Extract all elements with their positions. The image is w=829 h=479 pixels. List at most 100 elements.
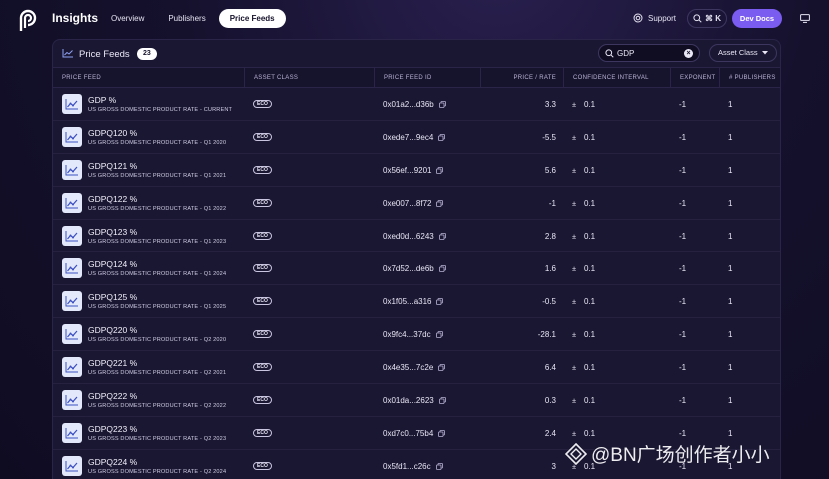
exponent: -1 (679, 165, 687, 175)
header-exponent[interactable]: EXPONENT (670, 68, 715, 88)
publisher-count: 1 (728, 363, 733, 373)
table-row[interactable]: GDPQ124 % US GROSS DOMESTIC PRODUCT RATE … (53, 252, 780, 286)
feed-name[interactable]: GDP % (88, 95, 116, 105)
table-row[interactable]: GDPQ220 % US GROSS DOMESTIC PRODUCT RATE … (53, 318, 780, 352)
feed-id: 0x9fc4...37dc (383, 330, 431, 340)
diamond-logo-icon (565, 442, 587, 465)
asset-class-select[interactable]: Asset Class (709, 44, 777, 62)
copy-icon[interactable] (436, 462, 443, 470)
copy-icon[interactable] (436, 199, 443, 207)
table-row[interactable]: GDPQ125 % US GROSS DOMESTIC PRODUCT RATE … (53, 285, 780, 319)
table-row[interactable]: GDP % US GROSS DOMESTIC PRODUCT RATE - CU… (53, 88, 780, 121)
confidence-interval: 0.1 (584, 330, 596, 340)
feed-name[interactable]: GDPQ224 % (88, 457, 137, 467)
feed-id: 0xe007...8f72 (383, 198, 432, 208)
confidence-interval: 0.1 (584, 231, 596, 241)
plus-minus-icon: ± (572, 428, 577, 438)
table-row[interactable]: GDPQ120 % US GROSS DOMESTIC PRODUCT RATE … (53, 121, 780, 154)
feed-description: US GROSS DOMESTIC PRODUCT RATE - Q2 2023 (88, 435, 227, 442)
shortcut-label: ⌘ K (705, 14, 721, 23)
header-price-feed-id[interactable]: PRICE FEED ID (374, 68, 432, 88)
price-rate: 2.8 (544, 231, 556, 241)
copy-icon[interactable] (439, 101, 446, 108)
feed-description: US GROSS DOMESTIC PRODUCT RATE - CURRENT (88, 107, 233, 113)
panel-header: Price Feeds 23 × Asset Class (53, 40, 780, 67)
feed-name[interactable]: GDPQ221 % (88, 358, 137, 368)
lifebuoy-icon (633, 13, 643, 23)
dev-docs-button[interactable]: Dev Docs (732, 9, 782, 28)
exponent: -1 (679, 297, 687, 307)
copy-icon[interactable] (439, 397, 446, 404)
header-price-rate[interactable]: PRICE / RATE (480, 68, 556, 88)
price-rate: 0.3 (544, 396, 556, 406)
monitor-icon[interactable] (800, 14, 810, 23)
feed-name[interactable]: GDPQ120 % (88, 128, 137, 138)
feed-name[interactable]: GDPQ222 % (88, 391, 137, 401)
search-input[interactable] (617, 47, 677, 60)
feed-description: US GROSS DOMESTIC PRODUCT RATE - Q1 2020 (88, 139, 227, 146)
confidence-interval: 0.1 (584, 396, 596, 406)
search-icon (693, 14, 702, 23)
brand-name[interactable]: Insights (52, 11, 98, 25)
feed-name[interactable]: GDPQ122 % (88, 194, 137, 204)
support-link[interactable]: Support (633, 13, 676, 23)
command-search-button[interactable]: ⌘ K (687, 9, 727, 28)
nav-overview[interactable]: Overview (100, 9, 155, 28)
chart-line-icon (62, 49, 73, 58)
asset-class-badge: ECO (253, 165, 272, 174)
feed-name[interactable]: GDPQ124 % (88, 259, 137, 269)
exponent: -1 (679, 363, 687, 373)
price-rate: 2.4 (544, 428, 556, 438)
table-header: PRICE FEED ASSET CLASS PRICE FEED ID PRI… (53, 67, 780, 88)
search-box[interactable]: × (598, 44, 700, 62)
confidence-interval: 0.1 (584, 198, 596, 208)
asset-class-badge: ECO (253, 100, 272, 108)
pyth-logo[interactable] (17, 8, 39, 32)
copy-icon[interactable] (436, 331, 443, 339)
copy-icon[interactable] (439, 232, 446, 240)
feed-id: 0x01a2...d36b (383, 100, 434, 109)
feed-name[interactable]: GDPQ123 % (88, 227, 137, 237)
nav-links: Overview Publishers Price Feeds (100, 9, 286, 28)
table-row[interactable]: GDPQ221 % US GROSS DOMESTIC PRODUCT RATE … (53, 351, 780, 385)
copy-icon[interactable] (438, 430, 445, 437)
publisher-count: 1 (728, 330, 733, 340)
feed-description: US GROSS DOMESTIC PRODUCT RATE - Q2 2022 (88, 403, 227, 410)
feed-name[interactable]: GDPQ220 % (88, 325, 137, 335)
publisher-count: 1 (728, 165, 733, 175)
table-row[interactable]: GDPQ123 % US GROSS DOMESTIC PRODUCT RATE … (53, 220, 780, 253)
copy-icon[interactable] (438, 364, 445, 372)
feed-name[interactable]: GDPQ121 % (88, 161, 137, 171)
feed-description: US GROSS DOMESTIC PRODUCT RATE - Q1 2024 (88, 271, 227, 278)
price-rate: 6.4 (544, 363, 556, 373)
plus-minus-icon: ± (572, 165, 577, 175)
clear-search-button[interactable]: × (684, 49, 693, 58)
feed-name[interactable]: GDPQ125 % (88, 292, 137, 302)
header-price-feed[interactable]: PRICE FEED (53, 68, 101, 88)
feed-id: 0xed0d...6243 (383, 231, 434, 241)
confidence-interval: 0.1 (584, 297, 596, 307)
header-asset-class[interactable]: ASSET CLASS (244, 68, 298, 88)
copy-icon[interactable] (439, 265, 446, 273)
exponent: -1 (679, 231, 687, 241)
copy-icon[interactable] (438, 133, 445, 141)
table-row[interactable]: GDPQ222 % US GROSS DOMESTIC PRODUCT RATE … (53, 384, 780, 417)
feed-description: US GROSS DOMESTIC PRODUCT RATE - Q2 2021 (88, 370, 227, 377)
plus-minus-icon: ± (572, 396, 577, 406)
nav-publishers[interactable]: Publishers (157, 9, 216, 28)
nav-price-feeds[interactable]: Price Feeds (218, 9, 286, 28)
plus-minus-icon: ± (572, 363, 577, 373)
publisher-count: 1 (728, 132, 733, 142)
header-publishers[interactable]: # PUBLISHERS (719, 68, 776, 88)
table-row[interactable]: GDPQ122 % US GROSS DOMESTIC PRODUCT RATE … (53, 187, 780, 220)
copy-icon[interactable] (436, 166, 443, 174)
publisher-count: 1 (728, 428, 733, 438)
plus-minus-icon: ± (572, 231, 577, 241)
feed-chart-icon (62, 291, 82, 312)
copy-icon[interactable] (436, 298, 443, 306)
table-row[interactable]: GDPQ121 % US GROSS DOMESTIC PRODUCT RATE … (53, 154, 780, 187)
header-confidence-interval[interactable]: CONFIDENCE INTERVAL (563, 68, 649, 88)
feed-name[interactable]: GDPQ223 % (88, 424, 137, 434)
asset-class-badge: ECO (253, 428, 272, 437)
feed-id: 0x4e35...7c2e (383, 363, 434, 373)
